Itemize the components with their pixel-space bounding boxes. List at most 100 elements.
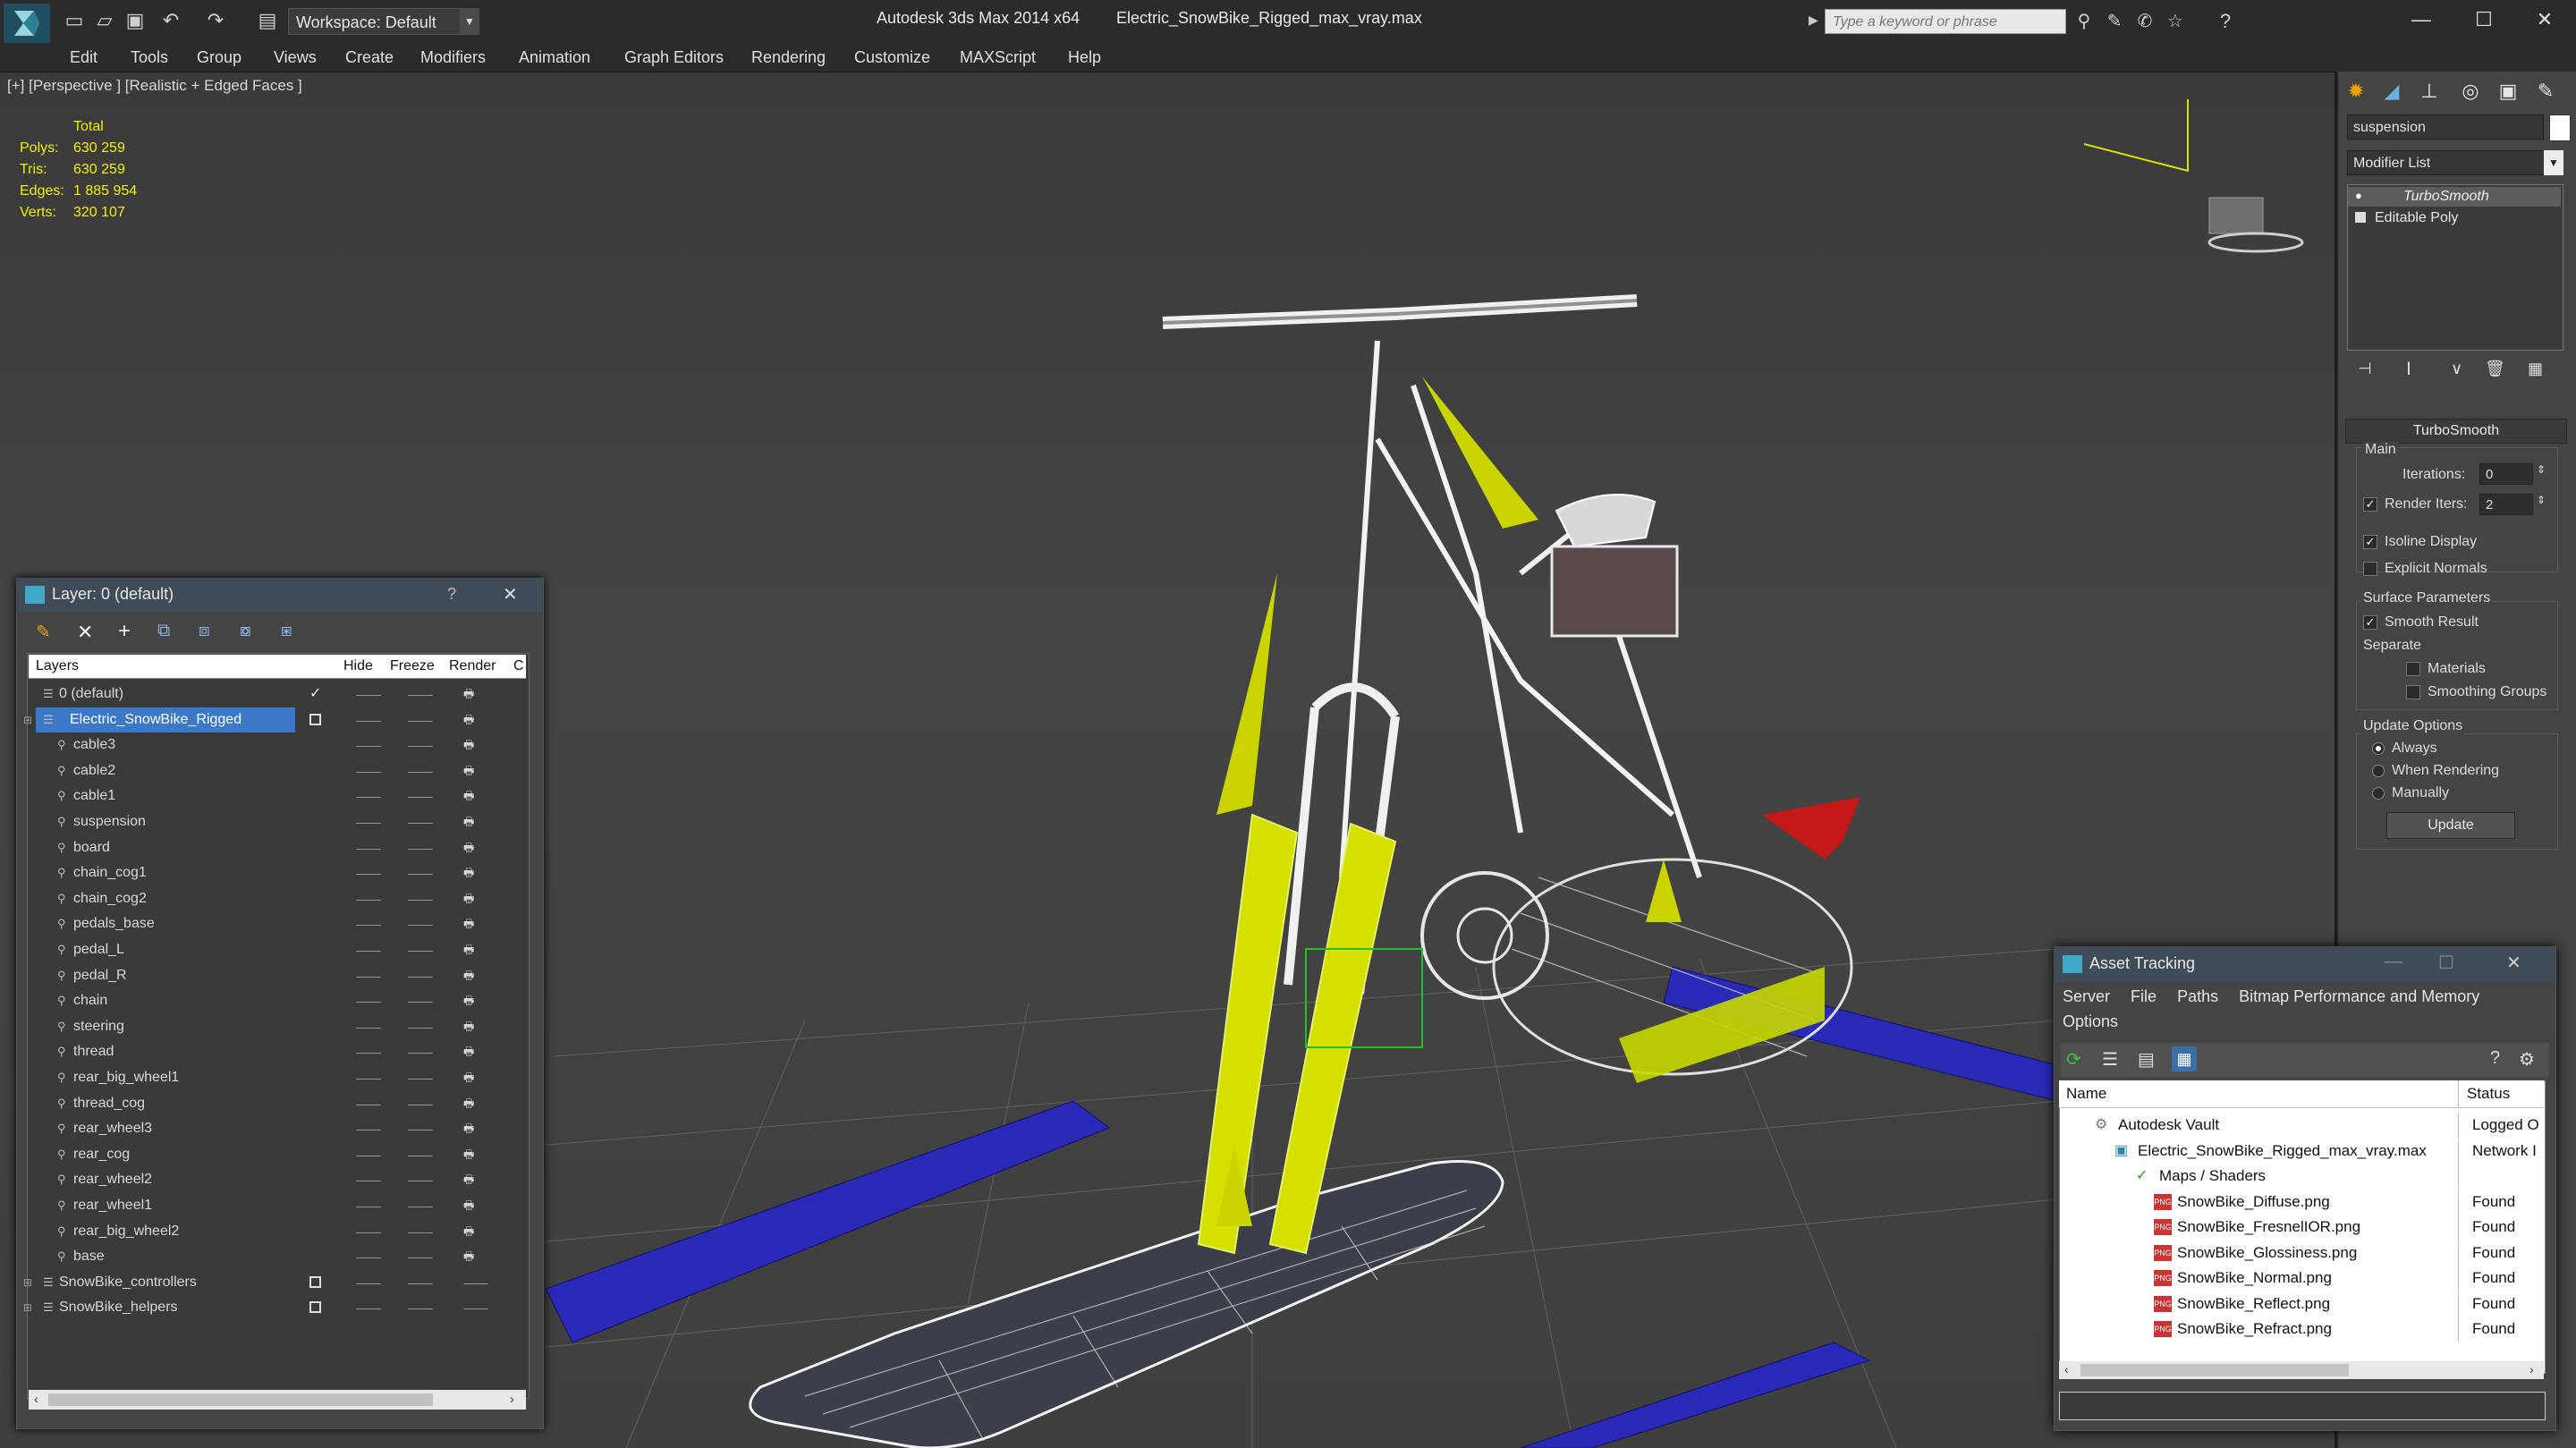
menu-views[interactable]: Views: [274, 43, 317, 72]
binoculars-icon[interactable]: ⚲: [2072, 9, 2097, 34]
layer-row[interactable]: ⚲ suspension —— —— 🖶: [30, 809, 528, 834]
when-rendering-radio[interactable]: [2372, 765, 2385, 777]
hide-toggle[interactable]: ——: [356, 1065, 381, 1090]
asset-row[interactable]: PNG SnowBike_Reflect.png Found: [2059, 1291, 2542, 1317]
render-toggle-icon[interactable]: 🖶: [463, 994, 479, 1008]
freeze-toggle[interactable]: ——: [408, 860, 433, 885]
asset-menu-paths[interactable]: Paths: [2177, 987, 2218, 1005]
layer-row[interactable]: ⚲ cable2 —— —— 🖶: [30, 758, 528, 783]
column-layers[interactable]: Layers: [36, 658, 79, 674]
freeze-toggle[interactable]: ——: [408, 1167, 433, 1192]
freeze-toggle[interactable]: ——: [408, 758, 433, 783]
render-toggle-icon[interactable]: ——: [463, 1300, 488, 1315]
layer-row[interactable]: ☰ 0 (default) ✓ —— —— 🖶: [30, 682, 528, 707]
stack-item-turbosmooth[interactable]: ● TurboSmooth: [2348, 187, 2561, 207]
asset-row[interactable]: PNG SnowBike_Refract.png Found: [2059, 1317, 2542, 1342]
hide-toggle[interactable]: ——: [356, 835, 381, 860]
workspace-select[interactable]: Workspace: Default: [288, 8, 467, 35]
render-toggle-icon[interactable]: 🖶: [463, 815, 479, 829]
minimize-icon[interactable]: —: [2385, 952, 2402, 972]
smooth-result-checkbox[interactable]: ✓: [2363, 615, 2377, 630]
asset-menu-server[interactable]: Server: [2063, 987, 2110, 1005]
layer-row[interactable]: ⚲ rear_big_wheel2 —— —— 🖶: [30, 1219, 528, 1244]
render-toggle-icon[interactable]: 🖶: [463, 1020, 479, 1034]
asset-row[interactable]: PNG SnowBike_Diffuse.png Found: [2059, 1189, 2542, 1215]
layer-row[interactable]: ⚲ thread_cog —— —— 🖶: [30, 1091, 528, 1116]
layer-row[interactable]: ⚲ board —— —— 🖶: [30, 835, 528, 860]
create-tab-icon[interactable]: ✹: [2340, 75, 2372, 107]
render-toggle-icon[interactable]: 🖶: [463, 943, 479, 957]
freeze-toggle[interactable]: ——: [408, 732, 433, 758]
freeze-toggle[interactable]: ——: [408, 682, 433, 707]
freeze-toggle[interactable]: ——: [408, 835, 433, 860]
scrollbar-thumb[interactable]: [2080, 1364, 2349, 1376]
help-icon[interactable]: ?: [447, 585, 456, 604]
freeze-toggle[interactable]: ——: [408, 886, 433, 911]
detail-view-icon[interactable]: ▤: [2138, 1048, 2155, 1071]
search-input[interactable]: Type a keyword or phrase: [1825, 9, 2066, 34]
freeze-toggle[interactable]: ——: [408, 783, 433, 809]
render-toggle-icon[interactable]: 🖶: [463, 1224, 479, 1239]
active-layer-check-icon[interactable]: ✓: [309, 682, 321, 707]
hide-toggle[interactable]: ——: [356, 707, 381, 732]
refresh-icon[interactable]: ⟳: [2066, 1048, 2081, 1071]
viewport-label[interactable]: [+] [Perspective ] [Realistic + Edged Fa…: [7, 77, 302, 95]
hide-toggle[interactable]: ——: [356, 1142, 381, 1167]
chevron-down-icon[interactable]: ▼: [460, 8, 479, 35]
select-objects-icon[interactable]: ⧉: [157, 621, 170, 641]
object-color-swatch[interactable]: [2549, 114, 2571, 141]
favorites-star-icon[interactable]: ☆: [2163, 9, 2188, 34]
column-render[interactable]: Render: [449, 658, 496, 674]
freeze-toggle[interactable]: ——: [408, 1270, 433, 1295]
freeze-toggle[interactable]: ——: [408, 1193, 433, 1218]
freeze-toggle[interactable]: ——: [408, 809, 433, 834]
update-button[interactable]: Update: [2386, 812, 2515, 839]
layer-row[interactable]: ☰ SnowBike_controllers ⊞ —— —— ——: [23, 1270, 528, 1295]
layer-row[interactable]: ⚲ rear_cog —— —— 🖶: [30, 1142, 528, 1167]
menu-maxscript[interactable]: MAXScript: [960, 43, 1036, 72]
render-toggle-icon[interactable]: 🖶: [463, 1122, 479, 1136]
render-toggle-icon[interactable]: 🖶: [463, 892, 479, 906]
hide-toggle[interactable]: ——: [356, 1014, 381, 1039]
utilities-tab-icon[interactable]: ✎: [2529, 75, 2562, 107]
subscription-icon[interactable]: ✎: [2102, 9, 2127, 34]
freeze-toggle[interactable]: ——: [408, 963, 433, 988]
asset-menu-bitmap-performance[interactable]: Bitmap Performance and Memory: [2239, 987, 2479, 1005]
layer-row[interactable]: ⚲ rear_wheel3 —— —— 🖶: [30, 1116, 528, 1141]
new-file-icon[interactable]: ▭: [63, 9, 86, 32]
spinner-arrows-icon[interactable]: ⇕: [2537, 463, 2546, 476]
lightbulb-icon[interactable]: ●: [2355, 189, 2362, 202]
layer-row[interactable]: ⚲ pedal_R —— —— 🖶: [30, 963, 528, 988]
pin-stack-icon[interactable]: ⊣: [2358, 360, 2372, 378]
hide-toggle[interactable]: ——: [356, 1167, 381, 1192]
hide-toggle[interactable]: ——: [356, 1219, 381, 1244]
expand-icon[interactable]: ⊞: [23, 707, 32, 732]
hide-toggle[interactable]: ——: [356, 886, 381, 911]
asset-row[interactable]: PNG SnowBike_FresnelIOR.png Found: [2059, 1215, 2542, 1240]
set-current-layer-box[interactable]: [309, 1275, 321, 1288]
communication-icon[interactable]: ✆: [2132, 9, 2157, 34]
hide-toggle[interactable]: ——: [356, 860, 381, 885]
layer-row[interactable]: ☰ SnowBike_helpers ⊞ —— —— ——: [23, 1295, 528, 1320]
stack-item-editable-poly[interactable]: Editable Poly: [2348, 208, 2561, 228]
motion-tab-icon[interactable]: ◎: [2454, 75, 2487, 107]
render-iters-spinner[interactable]: 2: [2479, 494, 2533, 515]
redo-icon[interactable]: ↷: [204, 9, 227, 32]
save-file-icon[interactable]: ▣: [123, 9, 147, 32]
materials-checkbox[interactable]: [2406, 662, 2420, 676]
asset-row[interactable]: ▣ Electric_SnowBike_Rigged_max_vray.max Ne…: [2059, 1138, 2542, 1164]
menu-edit[interactable]: Edit: [70, 43, 97, 72]
isoline-display-checkbox[interactable]: ✓: [2363, 535, 2377, 549]
column-name[interactable]: Name: [2066, 1085, 2106, 1103]
open-file-icon[interactable]: ▱: [93, 9, 116, 32]
hide-all-icon[interactable]: ⧇: [240, 621, 251, 641]
layer-dialog-titlebar[interactable]: Layer: 0 (default) ? ✕: [16, 578, 542, 612]
list-view-icon[interactable]: ☰: [2102, 1048, 2118, 1071]
maximize-icon[interactable]: ☐: [2453, 0, 2515, 39]
asset-menu-options[interactable]: Options: [2063, 1012, 2118, 1031]
freeze-all-icon[interactable]: ⧆: [281, 621, 292, 641]
freeze-toggle[interactable]: ——: [408, 1244, 433, 1269]
hide-toggle[interactable]: ——: [356, 911, 381, 936]
layer-row[interactable]: ⚲ thread —— —— 🖶: [30, 1039, 528, 1064]
hide-toggle[interactable]: ——: [356, 1116, 381, 1141]
